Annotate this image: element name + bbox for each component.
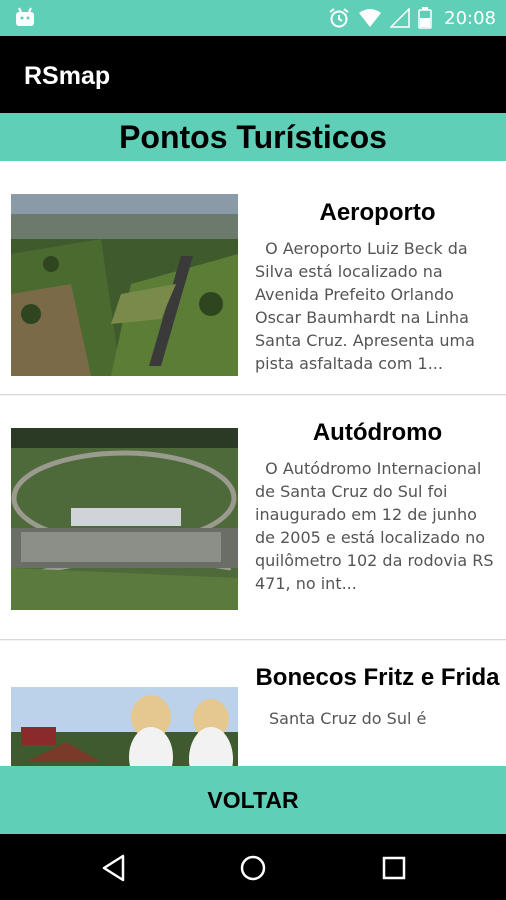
back-button-label: VOLTAR (207, 786, 299, 813)
item-text: Bonecos Fritz e Frida Santa Cruz do Sul … (255, 641, 500, 730)
item-text: Aeroporto O Aeroporto Luiz Beck da Silva… (255, 161, 500, 375)
battery-icon (418, 7, 432, 29)
status-time: 20:08 (444, 7, 496, 29)
aerial-airport-photo (11, 194, 238, 376)
item-description: O Aeroporto Luiz Beck da Silva está loca… (255, 239, 481, 373)
page-title-bar: Pontos Turísticos (0, 113, 506, 161)
item-description: Santa Cruz do Sul é (269, 709, 427, 728)
page-title: Pontos Turísticos (119, 118, 387, 155)
app-bar: RSmap (0, 36, 506, 113)
fritz-frida-dolls-photo (11, 687, 238, 766)
item-title: Aeroporto (319, 199, 436, 226)
signal-icon (390, 8, 410, 28)
back-icon[interactable] (94, 848, 134, 888)
back-button[interactable]: VOLTAR (0, 766, 506, 834)
android-icon (16, 7, 34, 26)
home-icon[interactable] (233, 848, 273, 888)
list-item[interactable]: Autódromo O Autódromo Internacional de S… (0, 396, 506, 640)
list-item[interactable]: Bonecos Fritz e Frida Santa Cruz do Sul … (0, 641, 506, 766)
list-item[interactable]: Aeroporto O Aeroporto Luiz Beck da Silva… (0, 161, 506, 395)
navigation-bar (0, 834, 506, 900)
status-bar: 20:08 (0, 0, 506, 36)
app-title: RSmap (24, 62, 111, 90)
places-list[interactable]: Aeroporto O Aeroporto Luiz Beck da Silva… (0, 161, 506, 766)
aerial-racetrack-photo (11, 428, 238, 610)
item-title: Bonecos Fritz e Frida (255, 664, 500, 691)
item-description: O Autódromo Internacional de Santa Cruz … (255, 459, 499, 593)
item-text: Autódromo O Autódromo Internacional de S… (255, 396, 500, 595)
item-title: Autódromo (312, 419, 443, 446)
alarm-icon (329, 8, 349, 28)
wifi-icon (359, 9, 382, 27)
recents-icon[interactable] (374, 848, 414, 888)
